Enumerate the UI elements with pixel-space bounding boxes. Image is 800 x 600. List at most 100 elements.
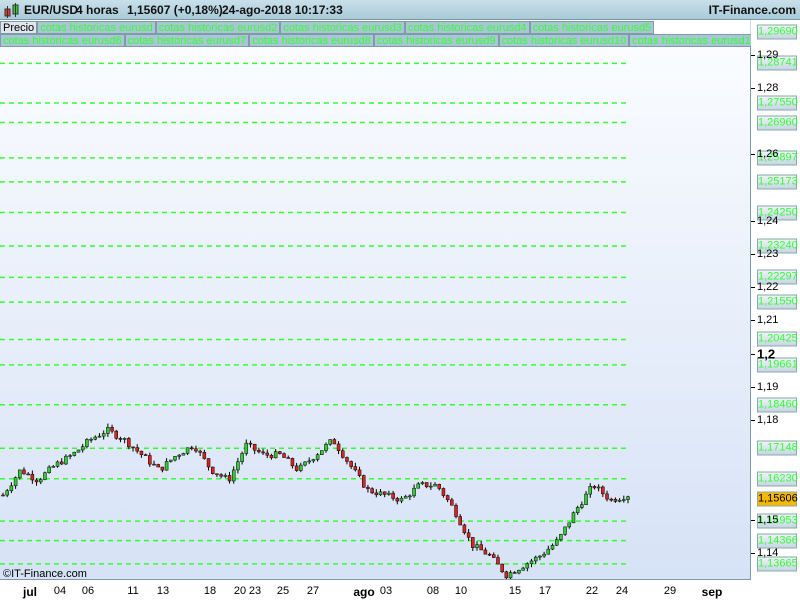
candle — [80, 446, 85, 451]
candle — [617, 499, 622, 502]
level-label: 1,21550 — [757, 294, 798, 310]
candle — [39, 479, 43, 483]
candle — [575, 507, 580, 513]
candle — [546, 548, 551, 555]
candle — [1, 494, 5, 497]
candle — [408, 495, 412, 498]
candlestick-logo-icon — [4, 3, 19, 18]
candle — [30, 473, 35, 481]
candle — [517, 570, 521, 574]
legend-precio[interactable]: Precio — [0, 21, 38, 34]
x-tick-label: 10 — [454, 585, 468, 597]
candle — [374, 492, 379, 496]
legend: Precio cotas historicas eurusd cotas histo… — [0, 20, 760, 47]
y-tick-label: 1,19 — [757, 380, 779, 393]
candle — [357, 469, 362, 476]
candle — [571, 512, 576, 524]
y-tick — [751, 220, 755, 222]
candle — [533, 556, 538, 562]
y-tick-label: 1,26 — [757, 148, 779, 161]
candle — [458, 516, 462, 526]
candle — [441, 488, 446, 496]
legend-item[interactable]: cotas historicas eurusd6 — [0, 34, 125, 47]
candle — [227, 475, 232, 482]
candle — [542, 553, 546, 557]
legend-item[interactable]: cotas historicas eurusd2 — [155, 21, 281, 34]
price-axis: 1,29690 1,28741 1,27550 1,26960 1,25897 1,251… — [751, 20, 800, 580]
candle — [244, 442, 249, 454]
legend-item[interactable]: cotas historicas eurusd9 — [373, 34, 499, 47]
candle — [156, 464, 160, 468]
candle — [320, 450, 324, 455]
candle — [219, 474, 223, 477]
x-tick-label: sep — [701, 585, 723, 599]
candle — [152, 463, 156, 466]
candle — [387, 492, 391, 495]
y-tick-label: 1,28 — [757, 82, 779, 94]
candle — [554, 539, 559, 546]
candle — [294, 465, 299, 471]
y-tick — [751, 353, 755, 355]
x-tick-label: 18 — [203, 585, 217, 597]
y-tick-label: 1,14 — [757, 546, 779, 559]
candle — [479, 544, 483, 551]
legend-item[interactable]: cotas historicas eurusd4 — [404, 21, 530, 34]
candle — [131, 446, 135, 449]
candle — [403, 496, 408, 499]
candle — [332, 439, 337, 445]
legend-item[interactable]: cotas historicas eurusd — [37, 21, 156, 34]
candle — [336, 443, 341, 451]
candle — [139, 450, 144, 455]
legend-item[interactable]: cotas historicas eurusd8 — [249, 34, 374, 47]
x-tick-label: jul — [23, 585, 37, 599]
candle — [164, 461, 169, 471]
candle — [596, 486, 601, 489]
candle — [286, 457, 290, 459]
candle — [433, 484, 437, 487]
candle — [114, 430, 119, 439]
candle — [5, 490, 9, 496]
legend-item[interactable]: cotas historicas eurusd7 — [124, 34, 250, 47]
y-tick — [751, 154, 755, 156]
candle — [240, 453, 244, 462]
level-label: 1,18460 — [757, 397, 798, 413]
legend-item[interactable]: cotas historicas eurusd5 — [529, 21, 655, 34]
x-tick-label: 29 — [663, 585, 677, 597]
candle — [512, 572, 517, 574]
candle — [613, 498, 618, 502]
candle — [437, 484, 441, 489]
candle — [9, 485, 14, 491]
price-chart[interactable]: ©IT-Finance.com — [0, 47, 751, 580]
legend-item[interactable]: cotas historicas eurusd10 — [498, 34, 630, 47]
candle — [101, 433, 106, 437]
candle — [584, 493, 588, 505]
level-label: 1,27550 — [757, 95, 798, 111]
candle — [424, 482, 429, 488]
x-tick-label: 08 — [426, 585, 440, 597]
candle — [559, 534, 563, 540]
candle — [177, 454, 181, 457]
candle — [378, 491, 383, 496]
timeframe: 4 horas — [76, 3, 119, 17]
candle — [391, 492, 395, 499]
candle — [353, 466, 358, 471]
candle — [59, 461, 64, 465]
y-tick — [751, 552, 755, 554]
legend-item[interactable]: cotas historicas eurusd11 — [629, 34, 760, 47]
x-tick-label: ago — [353, 585, 375, 599]
candle — [504, 571, 509, 579]
legend-item[interactable]: cotas historicas eurusd3 — [280, 21, 405, 34]
candle — [72, 451, 77, 456]
candle — [626, 496, 630, 500]
candle — [299, 464, 303, 471]
candle — [194, 448, 198, 452]
y-tick-label: 1,18 — [757, 414, 779, 426]
y-tick — [751, 54, 755, 56]
candle — [601, 486, 605, 495]
candle — [135, 447, 139, 452]
candle — [382, 491, 387, 495]
y-tick-label: 1,29 — [757, 48, 779, 61]
candle — [471, 537, 475, 548]
candle — [34, 479, 39, 483]
candle — [202, 452, 207, 459]
